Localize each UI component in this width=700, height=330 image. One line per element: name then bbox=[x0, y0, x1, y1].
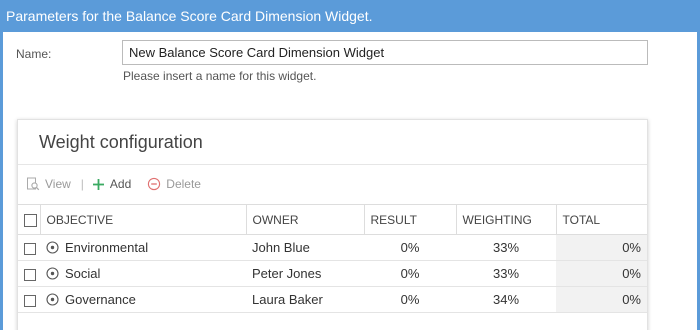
weighting-cell[interactable]: 33% bbox=[456, 260, 556, 287]
result-cell: 0% bbox=[364, 260, 456, 287]
table-row[interactable]: Environmental John Blue 0% 33% 0% bbox=[18, 234, 647, 261]
panel-title: Weight configuration bbox=[39, 132, 203, 152]
weight-configuration-panel: Weight configuration View | Add Delete O… bbox=[17, 119, 648, 330]
table-row[interactable]: Governance Laura Baker 0% 34% 0% bbox=[18, 286, 647, 313]
objective-name: Environmental bbox=[65, 240, 149, 255]
table-row[interactable]: Social Peter Jones 0% 33% 0% bbox=[18, 260, 647, 287]
minus-circle-icon bbox=[147, 177, 161, 191]
target-icon bbox=[46, 293, 59, 306]
column-header-weighting[interactable]: WEIGHTING bbox=[456, 204, 557, 235]
target-icon bbox=[46, 241, 59, 254]
name-help-text: Please insert a name for this widget. bbox=[123, 69, 317, 83]
objective-name: Governance bbox=[65, 292, 136, 307]
owner-cell: John Blue bbox=[246, 234, 364, 261]
window-title: Parameters for the Balance Score Card Di… bbox=[0, 0, 700, 32]
row-checkbox[interactable] bbox=[24, 242, 36, 255]
toolbar-divider: | bbox=[80, 177, 84, 191]
total-cell: 0% bbox=[556, 286, 647, 313]
objective-name: Social bbox=[65, 266, 101, 281]
name-input[interactable] bbox=[122, 40, 648, 65]
total-cell: 0% bbox=[556, 234, 647, 261]
column-header-total[interactable]: TOTAL bbox=[556, 204, 647, 235]
column-header-objective[interactable]: OBJECTIVE bbox=[40, 204, 247, 235]
view-label: View bbox=[45, 177, 71, 191]
column-header-owner[interactable]: OWNER bbox=[246, 204, 365, 235]
weighting-cell[interactable]: 33% bbox=[456, 234, 556, 261]
add-button[interactable]: Add bbox=[92, 177, 131, 191]
plus-icon bbox=[92, 178, 105, 191]
owner-cell: Laura Baker bbox=[246, 286, 364, 313]
select-all-checkbox[interactable] bbox=[24, 213, 37, 227]
column-header-result[interactable]: RESULT bbox=[364, 204, 457, 235]
add-label: Add bbox=[109, 177, 132, 191]
weighting-cell[interactable]: 34% bbox=[456, 286, 556, 313]
objectives-table: OBJECTIVE OWNER RESULT WEIGHTING TOTAL E… bbox=[18, 204, 647, 313]
grid-toolbar: View | Add Delete bbox=[26, 175, 201, 193]
total-cell: 0% bbox=[556, 260, 647, 287]
header-select-cell bbox=[18, 204, 41, 235]
row-checkbox[interactable] bbox=[24, 268, 36, 281]
table-header-row: OBJECTIVE OWNER RESULT WEIGHTING TOTAL bbox=[18, 204, 647, 235]
name-label: Name: bbox=[16, 47, 52, 61]
target-icon bbox=[46, 267, 59, 280]
delete-label: Delete bbox=[166, 177, 201, 191]
view-icon bbox=[26, 177, 40, 191]
owner-cell: Peter Jones bbox=[246, 260, 364, 287]
row-checkbox[interactable] bbox=[24, 294, 36, 307]
view-button[interactable]: View bbox=[26, 177, 71, 191]
result-cell: 0% bbox=[364, 234, 456, 261]
delete-button[interactable]: Delete bbox=[147, 177, 201, 191]
panel-divider bbox=[18, 164, 647, 165]
result-cell: 0% bbox=[364, 286, 456, 313]
